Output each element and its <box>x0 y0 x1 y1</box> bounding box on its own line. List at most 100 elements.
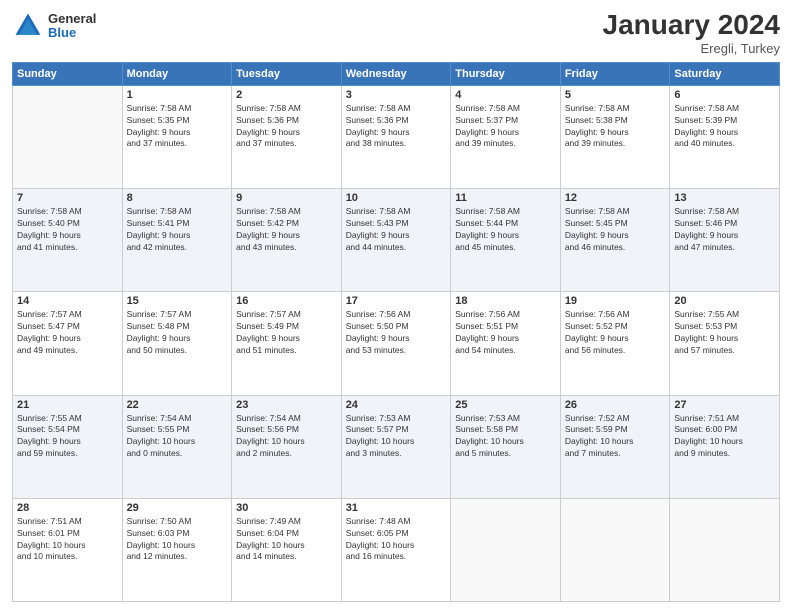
calendar-cell: 14Sunrise: 7:57 AM Sunset: 5:47 PM Dayli… <box>13 292 123 395</box>
logo-blue: Blue <box>48 26 96 40</box>
logo-icon <box>12 10 44 42</box>
weekday-header-saturday: Saturday <box>670 62 780 85</box>
calendar-cell <box>13 85 123 188</box>
day-number: 17 <box>346 295 447 307</box>
day-info: Sunrise: 7:52 AM Sunset: 5:59 PM Dayligh… <box>565 413 666 461</box>
day-info: Sunrise: 7:56 AM Sunset: 5:50 PM Dayligh… <box>346 309 447 357</box>
calendar-cell: 24 Sunrise: 7:53 AM Sunset: 5:57 PM Dayli… <box>341 395 451 498</box>
day-number: 1 <box>127 89 228 101</box>
day-number: 19 <box>565 295 666 307</box>
calendar-cell: 10 Sunrise: 7:58 AM Sunset: 5:43 PM Dayli… <box>341 189 451 292</box>
day-number: 22 <box>127 399 228 411</box>
calendar-cell: 30 Sunrise: 7:49 AM Sunset: 6:04 PM Dayli… <box>232 498 342 601</box>
day-info: Sunrise: 7:54 AM Sunset: 5:56 PM Dayligh… <box>236 413 337 461</box>
calendar-cell: 9 Sunrise: 7:58 AM Sunset: 5:42 PM Daylig… <box>232 189 342 292</box>
location: Eregli, Turkey <box>603 41 780 56</box>
calendar-cell: 17 Sunrise: 7:56 AM Sunset: 5:50 PM Dayli… <box>341 292 451 395</box>
day-number: 18 <box>455 295 556 307</box>
weekday-header-thursday: Thursday <box>451 62 561 85</box>
day-number: 23 <box>236 399 337 411</box>
day-number: 27 <box>674 399 775 411</box>
day-info: Sunrise: 7:57 AM Sunset: 5:49 PM Dayligh… <box>236 309 337 357</box>
day-info: Sunrise: 7:53 AM Sunset: 5:58 PM Dayligh… <box>455 413 556 461</box>
day-info: Sunrise: 7:58 AM Sunset: 5:35 PM Dayligh… <box>127 103 228 151</box>
day-info: Sunrise: 7:58 AM Sunset: 5:38 PM Dayligh… <box>565 103 666 151</box>
day-info: Sunrise: 7:50 AM Sunset: 6:03 PM Dayligh… <box>127 516 228 564</box>
weekday-header-sunday: Sunday <box>13 62 123 85</box>
day-number: 3 <box>346 89 447 101</box>
day-number: 12 <box>565 192 666 204</box>
calendar-cell <box>670 498 780 601</box>
day-info: Sunrise: 7:55 AM Sunset: 5:54 PM Dayligh… <box>17 413 118 461</box>
day-number: 10 <box>346 192 447 204</box>
day-info: Sunrise: 7:56 AM Sunset: 5:51 PM Dayligh… <box>455 309 556 357</box>
calendar-cell: 26 Sunrise: 7:52 AM Sunset: 5:59 PM Dayli… <box>560 395 670 498</box>
calendar-cell: 1 Sunrise: 7:58 AM Sunset: 5:35 PM Daylig… <box>122 85 232 188</box>
calendar-cell: 29 Sunrise: 7:50 AM Sunset: 6:03 PM Dayli… <box>122 498 232 601</box>
weekday-header-tuesday: Tuesday <box>232 62 342 85</box>
day-info: Sunrise: 7:57 AM Sunset: 5:48 PM Dayligh… <box>127 309 228 357</box>
day-info: Sunrise: 7:55 AM Sunset: 5:53 PM Dayligh… <box>674 309 775 357</box>
calendar-cell: 22Sunrise: 7:54 AM Sunset: 5:55 PM Dayli… <box>122 395 232 498</box>
calendar-cell: 7 Sunrise: 7:58 AM Sunset: 5:40 PM Daylig… <box>13 189 123 292</box>
weekday-header-wednesday: Wednesday <box>341 62 451 85</box>
logo-general: General <box>48 12 96 26</box>
day-info: Sunrise: 7:57 AM Sunset: 5:47 PM Dayligh… <box>17 309 118 357</box>
day-number: 11 <box>455 192 556 204</box>
day-info: Sunrise: 7:58 AM Sunset: 5:41 PM Dayligh… <box>127 206 228 254</box>
logo-text: General Blue <box>48 12 96 41</box>
day-number: 24 <box>346 399 447 411</box>
weekday-header-row: SundayMondayTuesdayWednesdayThursdayFrid… <box>13 62 780 85</box>
day-number: 31 <box>346 502 447 514</box>
calendar-cell: 5Sunrise: 7:58 AM Sunset: 5:38 PM Daylig… <box>560 85 670 188</box>
logo: General Blue <box>12 10 96 42</box>
month-title: January 2024 <box>603 10 780 41</box>
calendar-cell: 27 Sunrise: 7:51 AM Sunset: 6:00 PM Dayli… <box>670 395 780 498</box>
day-number: 15 <box>127 295 228 307</box>
calendar-week-1: 1 Sunrise: 7:58 AM Sunset: 5:35 PM Daylig… <box>13 85 780 188</box>
day-number: 6 <box>674 89 775 101</box>
day-info: Sunrise: 7:51 AM Sunset: 6:00 PM Dayligh… <box>674 413 775 461</box>
day-number: 7 <box>17 192 118 204</box>
calendar-cell: 12Sunrise: 7:58 AM Sunset: 5:45 PM Dayli… <box>560 189 670 292</box>
day-info: Sunrise: 7:58 AM Sunset: 5:44 PM Dayligh… <box>455 206 556 254</box>
day-info: Sunrise: 7:58 AM Sunset: 5:36 PM Dayligh… <box>236 103 337 151</box>
day-number: 30 <box>236 502 337 514</box>
weekday-header-friday: Friday <box>560 62 670 85</box>
calendar-cell: 20 Sunrise: 7:55 AM Sunset: 5:53 PM Dayli… <box>670 292 780 395</box>
title-area: January 2024 Eregli, Turkey <box>603 10 780 56</box>
weekday-header-monday: Monday <box>122 62 232 85</box>
day-number: 4 <box>455 89 556 101</box>
calendar-week-4: 21Sunrise: 7:55 AM Sunset: 5:54 PM Dayli… <box>13 395 780 498</box>
day-number: 8 <box>127 192 228 204</box>
header: General Blue January 2024 Eregli, Turkey <box>12 10 780 56</box>
day-info: Sunrise: 7:58 AM Sunset: 5:40 PM Dayligh… <box>17 206 118 254</box>
calendar-week-3: 14Sunrise: 7:57 AM Sunset: 5:47 PM Dayli… <box>13 292 780 395</box>
calendar: SundayMondayTuesdayWednesdayThursdayFrid… <box>12 62 780 602</box>
day-info: Sunrise: 7:58 AM Sunset: 5:42 PM Dayligh… <box>236 206 337 254</box>
day-number: 13 <box>674 192 775 204</box>
calendar-cell: 31Sunrise: 7:48 AM Sunset: 6:05 PM Dayli… <box>341 498 451 601</box>
calendar-cell: 18 Sunrise: 7:56 AM Sunset: 5:51 PM Dayli… <box>451 292 561 395</box>
day-number: 9 <box>236 192 337 204</box>
calendar-cell: 16 Sunrise: 7:57 AM Sunset: 5:49 PM Dayli… <box>232 292 342 395</box>
day-number: 28 <box>17 502 118 514</box>
calendar-cell: 21Sunrise: 7:55 AM Sunset: 5:54 PM Dayli… <box>13 395 123 498</box>
day-info: Sunrise: 7:51 AM Sunset: 6:01 PM Dayligh… <box>17 516 118 564</box>
day-info: Sunrise: 7:58 AM Sunset: 5:43 PM Dayligh… <box>346 206 447 254</box>
calendar-cell <box>451 498 561 601</box>
calendar-cell: 23 Sunrise: 7:54 AM Sunset: 5:56 PM Dayli… <box>232 395 342 498</box>
day-info: Sunrise: 7:49 AM Sunset: 6:04 PM Dayligh… <box>236 516 337 564</box>
day-number: 16 <box>236 295 337 307</box>
day-number: 26 <box>565 399 666 411</box>
day-info: Sunrise: 7:58 AM Sunset: 5:46 PM Dayligh… <box>674 206 775 254</box>
calendar-cell <box>560 498 670 601</box>
day-number: 20 <box>674 295 775 307</box>
calendar-cell: 13 Sunrise: 7:58 AM Sunset: 5:46 PM Dayli… <box>670 189 780 292</box>
calendar-week-5: 28 Sunrise: 7:51 AM Sunset: 6:01 PM Dayli… <box>13 498 780 601</box>
day-info: Sunrise: 7:58 AM Sunset: 5:37 PM Dayligh… <box>455 103 556 151</box>
calendar-cell: 2Sunrise: 7:58 AM Sunset: 5:36 PM Daylig… <box>232 85 342 188</box>
day-info: Sunrise: 7:53 AM Sunset: 5:57 PM Dayligh… <box>346 413 447 461</box>
day-number: 29 <box>127 502 228 514</box>
calendar-cell: 11 Sunrise: 7:58 AM Sunset: 5:44 PM Dayli… <box>451 189 561 292</box>
